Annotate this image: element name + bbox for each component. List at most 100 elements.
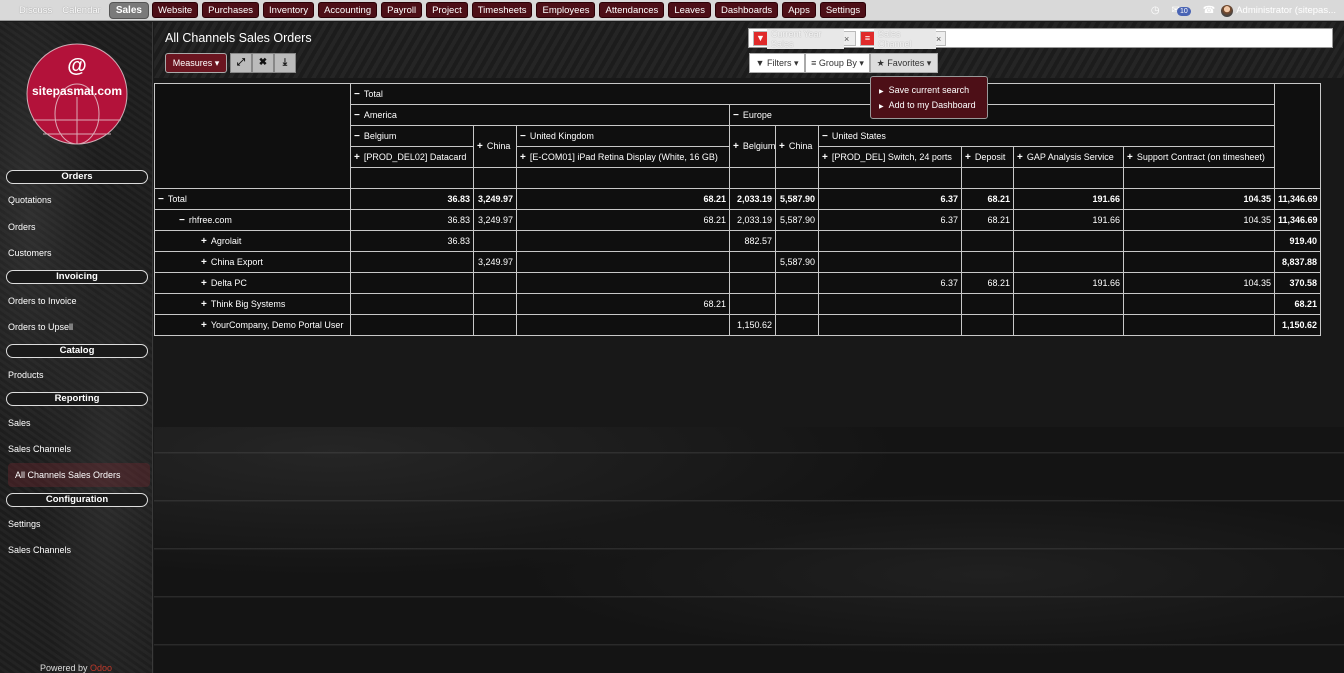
table-cell[interactable]: 68.21 [961,272,1014,294]
row-total-cell[interactable]: 8,837.88 [1274,251,1321,273]
table-cell[interactable]: 5,587.90 [775,188,819,210]
menu-settings[interactable]: Settings [819,2,867,18]
table-cell[interactable] [473,272,517,294]
menu-attendances[interactable]: Attendances [599,2,665,18]
search-bar[interactable]: ▼ Current Year Sales × ≡ Sales Channel × [748,28,1333,49]
menu-accounting[interactable]: Accounting [318,2,378,18]
avatar[interactable] [1221,4,1234,17]
table-cell[interactable] [961,293,1014,315]
row-total-cell[interactable]: 1,150.62 [1274,314,1321,336]
table-cell[interactable] [961,251,1014,273]
table-cell[interactable] [818,293,962,315]
table-cell[interactable] [1123,251,1275,273]
sidebar-item-config-sales-channels[interactable]: Sales Channels [8,545,71,555]
table-cell[interactable]: 104.35 [1123,209,1275,231]
expand-icon[interactable]: ⤢ [230,53,252,73]
table-cell[interactable]: 3,249.97 [473,209,517,231]
table-cell[interactable] [961,314,1014,336]
table-cell[interactable]: 68.21 [516,188,730,210]
favorites-button[interactable]: ★ Favorites ▾ [870,53,938,73]
table-cell[interactable] [350,251,474,273]
clock-icon[interactable]: ◷ [1151,5,1160,16]
row-total-cell[interactable]: 11,346.69 [1274,209,1321,231]
table-cell[interactable] [350,293,474,315]
table-cell[interactable]: 2,033.19 [729,209,776,231]
table-cell[interactable]: 191.66 [1013,272,1124,294]
bell-icon[interactable]: ☎ [1203,5,1215,16]
menu-dashboards[interactable]: Dashboards [714,2,779,18]
groupby-button[interactable]: ≡ Group By ▾ [805,53,870,73]
table-cell[interactable]: 6.37 [818,188,962,210]
table-cell[interactable] [516,272,730,294]
col-header-product[interactable]: + [PROD_DEL] Switch, 24 ports [818,146,962,168]
table-cell[interactable]: 3,249.97 [473,251,517,273]
table-cell[interactable] [1123,230,1275,252]
table-cell[interactable]: 2,033.19 [729,188,776,210]
table-cell[interactable] [818,251,962,273]
col-header-product[interactable]: + Support Contract (on timesheet) [1123,146,1275,168]
table-cell[interactable] [775,314,819,336]
table-cell[interactable] [1013,251,1124,273]
table-cell[interactable]: 1,150.62 [729,314,776,336]
sidebar-item-orders-to-invoice[interactable]: Orders to Invoice [8,296,77,306]
menu-calendar[interactable]: Calendar [57,0,106,21]
col-header-belgium[interactable]: − Belgium [350,125,474,147]
odoo-link[interactable]: Odoo [90,663,112,673]
col-header-america[interactable]: − America [350,104,730,126]
table-cell[interactable]: 5,587.90 [775,209,819,231]
flip-axis-icon[interactable]: ✖ [252,53,274,73]
filters-button[interactable]: ▼ Filters ▾ [749,53,805,73]
chat-icon[interactable]: ✉10 [1172,5,1191,16]
row-header[interactable]: + Agrolait [154,230,351,252]
table-cell[interactable] [350,314,474,336]
sidebar-item-customers[interactable]: Customers [8,248,52,258]
col-header-product[interactable]: + [E-COM01] iPad Retina Display (White, 1… [516,146,730,168]
table-cell[interactable] [516,314,730,336]
menu-sales[interactable]: Sales [108,1,149,19]
download-icon[interactable]: ⤓ [274,53,296,73]
table-cell[interactable]: 191.66 [1013,209,1124,231]
table-cell[interactable]: 191.66 [1013,188,1124,210]
row-header[interactable]: + YourCompany, Demo Portal User [154,314,351,336]
menu-inventory[interactable]: Inventory [263,2,315,18]
row-total-cell[interactable]: 919.40 [1274,230,1321,252]
menu-payroll[interactable]: Payroll [381,2,423,18]
table-cell[interactable] [961,230,1014,252]
save-current-search[interactable]: ▶ Save current search [871,83,987,98]
table-cell[interactable] [775,272,819,294]
page-title[interactable]: All Channels Sales Orders [165,31,312,45]
col-header-china[interactable]: + China [775,125,819,168]
col-header-united-kingdom[interactable]: − United Kingdom [516,125,730,147]
table-cell[interactable] [473,293,517,315]
table-cell[interactable] [1123,314,1275,336]
table-cell[interactable] [350,272,474,294]
menu-purchases[interactable]: Purchases [202,2,260,18]
table-cell[interactable]: 68.21 [516,209,730,231]
row-header[interactable]: − Total [154,188,351,210]
sidebar-item-sales[interactable]: Sales [8,418,31,428]
row-header[interactable]: − rhfree.com [154,209,351,231]
table-cell[interactable]: 36.83 [350,188,474,210]
table-cell[interactable]: 68.21 [516,293,730,315]
table-cell[interactable]: 36.83 [350,230,474,252]
remove-facet-icon[interactable]: × [844,34,851,44]
sidebar-item-orders-to-upsell[interactable]: Orders to Upsell [8,322,73,332]
sidebar-item-products[interactable]: Products [8,370,44,380]
table-cell[interactable]: 6.37 [818,209,962,231]
facet-groupby[interactable]: ≡ Sales Channel × [860,28,946,49]
table-cell[interactable] [729,251,776,273]
row-header[interactable]: + Think Big Systems [154,293,351,315]
facet-filter[interactable]: ▼ Current Year Sales × [753,28,856,49]
table-cell[interactable]: 68.21 [961,209,1014,231]
table-cell[interactable]: 5,587.90 [775,251,819,273]
table-cell[interactable] [1013,314,1124,336]
menu-employees[interactable]: Employees [536,2,596,18]
col-header-china[interactable]: + China [473,125,517,168]
table-cell[interactable] [729,293,776,315]
col-header-product[interactable]: + Deposit [961,146,1014,168]
col-header-united-states[interactable]: − United States [818,125,1275,147]
table-cell[interactable]: 104.35 [1123,272,1275,294]
table-cell[interactable] [775,293,819,315]
row-header[interactable]: + China Export [154,251,351,273]
col-header-belgium[interactable]: + Belgium [729,125,776,168]
